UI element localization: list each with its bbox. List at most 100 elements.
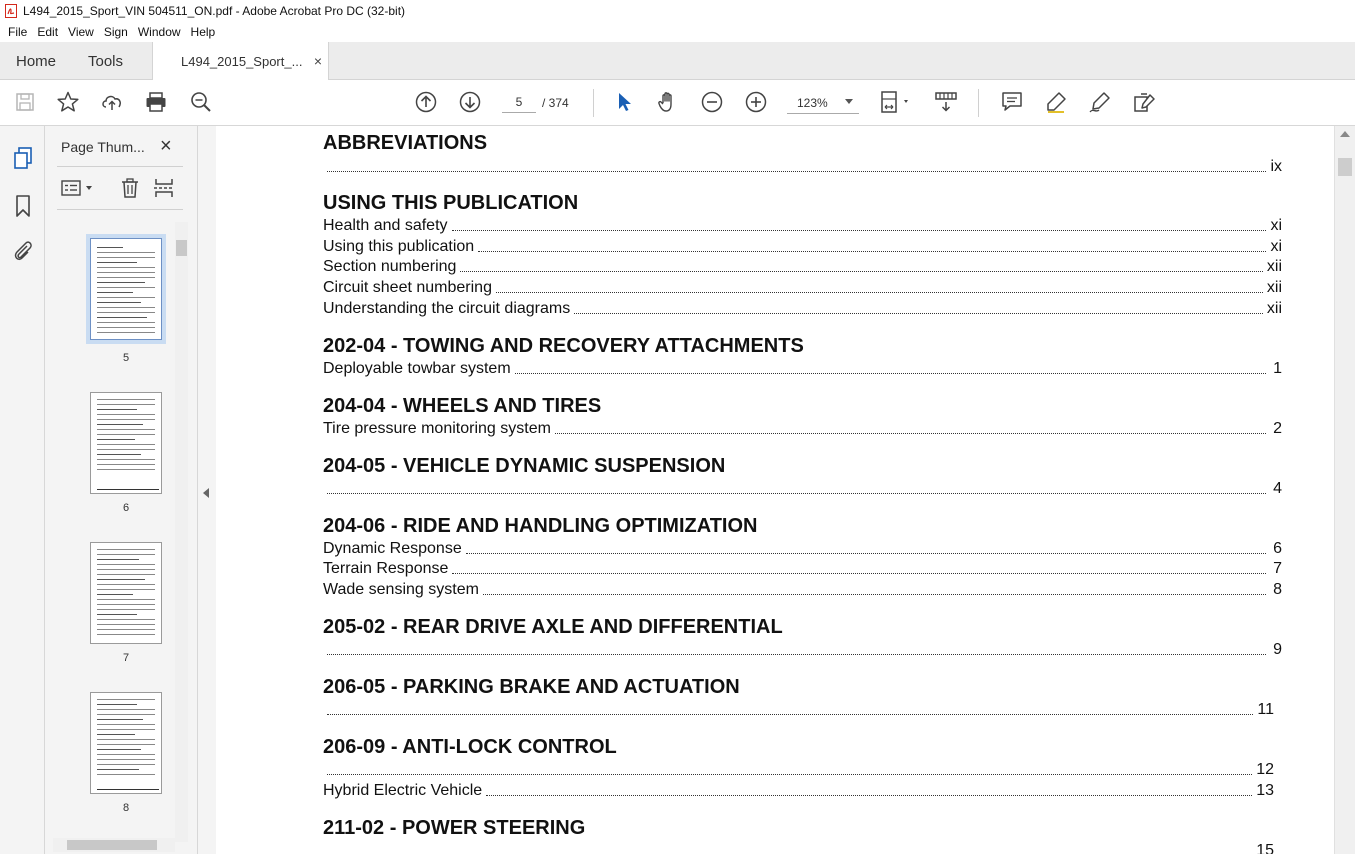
leader-dots [465, 553, 1266, 554]
toc-entry[interactable]: 12 [323, 759, 1274, 779]
leader-dots [451, 230, 1266, 231]
toc-entry-text: Terrain Response [323, 560, 449, 577]
save-button[interactable] [12, 90, 38, 116]
toc-entry[interactable]: Hybrid Electric Vehicle 13 [323, 780, 1274, 800]
thumbnail-label: 8 [122, 802, 130, 814]
comment-button[interactable] [999, 90, 1025, 116]
toc-page-number: 15 [1256, 842, 1274, 854]
page-thumbnail-8[interactable] [90, 692, 162, 794]
list-options-icon [60, 178, 96, 201]
toc-entry[interactable]: Deployable towbar system 1 [323, 358, 1282, 378]
thumbnail-options-button[interactable] [59, 177, 97, 201]
menu-view[interactable]: View [63, 25, 99, 39]
menu-help[interactable]: Help [186, 25, 221, 39]
title-bar: L494_2015_Sport_VIN 504511_ON.pdf - Adob… [0, 0, 1355, 22]
bookmark-star-button[interactable] [55, 90, 81, 116]
panel-close-button[interactable]: × [160, 135, 172, 158]
scrollbar-thumb[interactable] [1338, 158, 1352, 176]
menu-file[interactable]: File [3, 25, 32, 39]
toc-entry-text: Tire pressure monitoring system [323, 420, 551, 437]
leader-dots [452, 573, 1266, 574]
delete-pages-button[interactable] [117, 177, 143, 201]
draw-button[interactable] [1087, 90, 1113, 116]
bookmark-icon [13, 194, 33, 221]
toc-entry-text: Understanding the circuit diagrams [323, 300, 571, 317]
toc-page-number: 12 [1256, 761, 1274, 778]
toc-entry[interactable]: Circuit sheet numbering xii [323, 277, 1282, 297]
panel-divider [57, 209, 183, 210]
toolbar-separator [978, 89, 979, 117]
toc-entry[interactable]: 15 [323, 840, 1274, 854]
scroll-up-icon[interactable] [1340, 131, 1350, 137]
document-view[interactable]: ABBREVIATIONS ix USING THIS PUBLICATION … [216, 126, 1334, 854]
page-thumbnails-button[interactable] [10, 146, 36, 172]
zoom-level-dropdown[interactable]: 123% [787, 90, 859, 114]
chevron-down-icon [845, 99, 853, 104]
toc-heading: 211-02 - POWER STEERING [323, 817, 586, 839]
previous-page-button[interactable] [413, 90, 439, 116]
toc-entry-text: Hybrid Electric Vehicle [323, 782, 483, 799]
zoom-out-button[interactable] [699, 90, 725, 116]
toc-entry[interactable]: Section numbering xii [323, 256, 1282, 276]
next-page-button[interactable] [457, 90, 483, 116]
menu-window[interactable]: Window [133, 25, 186, 39]
save-icon [14, 91, 36, 116]
page-number-input[interactable] [502, 91, 536, 113]
toc-entry[interactable]: 9 [323, 639, 1282, 659]
leader-dots [327, 654, 1266, 655]
scrollbar-thumb[interactable] [67, 840, 157, 850]
toc-entry[interactable]: Using this publication xi [323, 236, 1282, 256]
toc-entry[interactable]: Understanding the circuit diagrams xii [323, 298, 1282, 318]
tab-document[interactable]: L494_2015_Sport_... × [152, 42, 329, 81]
toc-page-number: 9 [1273, 641, 1282, 658]
toc-page-number: ix [1270, 158, 1282, 175]
hand-tool-button[interactable] [655, 90, 681, 116]
toc-page-number: 2 [1273, 420, 1282, 437]
toc-entry[interactable]: 11 [323, 699, 1274, 719]
page-thumbnail-5[interactable] [90, 238, 162, 340]
highlight-button[interactable] [1043, 90, 1069, 116]
leader-dots [486, 795, 1253, 796]
toc-entry-text: Wade sensing system [323, 581, 479, 598]
scrollbar-thumb[interactable] [176, 240, 187, 256]
comment-icon [1000, 90, 1024, 117]
find-button[interactable] [188, 90, 214, 116]
upload-button[interactable] [99, 90, 125, 116]
page-thumbnail-7[interactable] [90, 542, 162, 644]
thumbnail-label: 5 [122, 352, 130, 364]
bookmarks-button[interactable] [10, 194, 36, 220]
fill-sign-button[interactable] [1131, 90, 1157, 116]
toc-entry[interactable]: Wade sensing system 8 [323, 579, 1282, 599]
select-tool-button[interactable] [611, 90, 637, 116]
panel-collapse-handle[interactable] [198, 126, 216, 854]
zoom-in-button[interactable] [743, 90, 769, 116]
scroll-mode-button[interactable] [933, 90, 959, 116]
tab-home[interactable]: Home [16, 42, 56, 80]
tab-tools[interactable]: Tools [88, 42, 123, 80]
insert-pages-button[interactable] [151, 177, 177, 201]
toc-entry[interactable]: Tire pressure monitoring system 2 [323, 418, 1282, 438]
menu-sign[interactable]: Sign [99, 25, 133, 39]
print-button[interactable] [143, 90, 169, 116]
page-fit-button[interactable] [878, 90, 914, 116]
toc-entry[interactable]: Health and safety xi [323, 215, 1282, 235]
toc-entry[interactable]: Dynamic Response 6 [323, 538, 1282, 558]
toc-entry[interactable]: Terrain Response 7 [323, 558, 1282, 578]
paperclip-icon [12, 239, 34, 266]
toc-entry[interactable]: ix [323, 156, 1282, 176]
toc-page-number: xi [1270, 217, 1282, 234]
leader-dots [554, 433, 1266, 434]
menu-edit[interactable]: Edit [32, 25, 63, 39]
toc-entry[interactable]: 4 [323, 478, 1282, 498]
toc-entry-text: Using this publication [323, 238, 475, 255]
window-title: L494_2015_Sport_VIN 504511_ON.pdf - Adob… [23, 4, 406, 18]
toc-heading: 206-09 - ANTI-LOCK CONTROL [323, 736, 617, 758]
toc-heading: 204-05 - VEHICLE DYNAMIC SUSPENSION [323, 455, 726, 477]
thumbnail-horizontal-scrollbar[interactable] [53, 838, 175, 852]
chevron-left-icon [203, 488, 209, 498]
page-thumbnail-6[interactable] [90, 392, 162, 494]
thumbnail-scrollbar[interactable] [175, 222, 188, 842]
document-scrollbar[interactable] [1334, 126, 1355, 854]
attachments-button[interactable] [10, 239, 36, 265]
tab-close-button[interactable]: × [314, 53, 322, 69]
